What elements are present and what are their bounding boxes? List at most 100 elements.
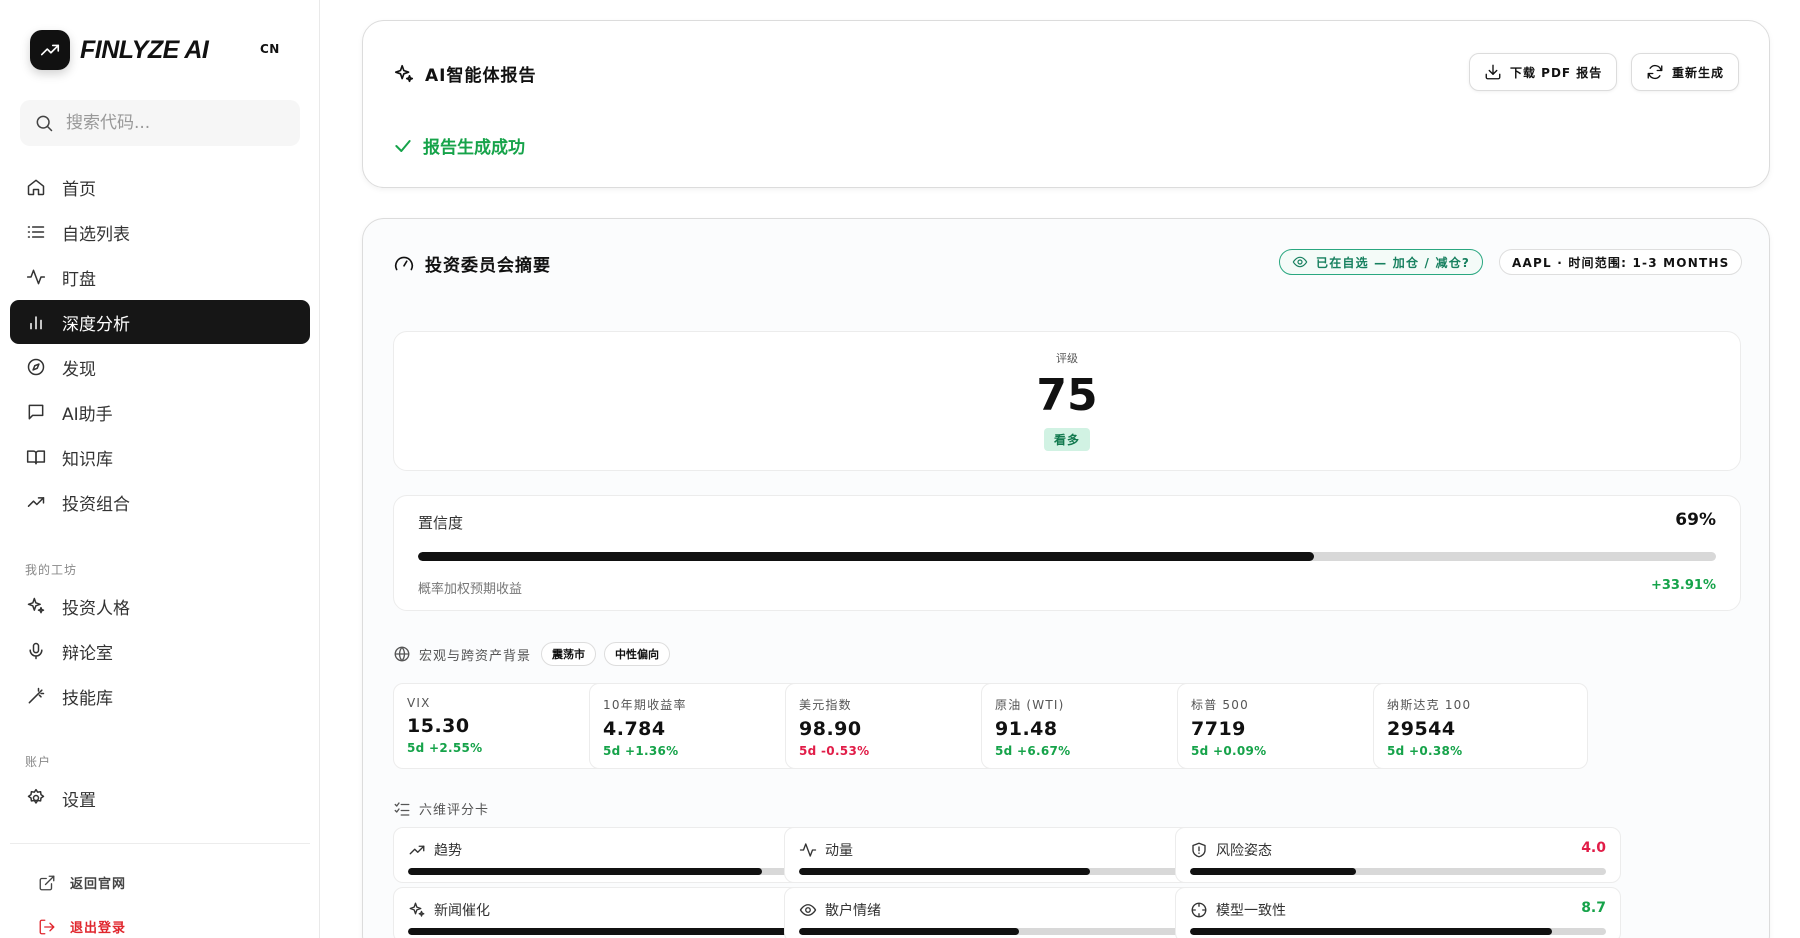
search-icon xyxy=(36,115,53,132)
logout-label: 退出登录 xyxy=(70,921,127,936)
nav-item-debate[interactable]: 辩论室 xyxy=(10,629,310,673)
compass-icon xyxy=(27,358,45,376)
score-card: 新闻催化10.0 xyxy=(393,887,839,938)
score-label: 新闻催化 xyxy=(434,903,490,919)
chat-icon xyxy=(28,404,44,420)
main-nav: 首页 自选列表 盯盘 深度分析 发现 AI助手 知识库 投资组合 xyxy=(10,165,310,525)
eye-icon xyxy=(1292,256,1308,268)
score-card: 模型一致性 8.7 xyxy=(1175,887,1621,938)
nav-item-home[interactable]: 首页 xyxy=(10,165,310,209)
macro-card: 标普 500 7719 5d +0.09% xyxy=(1177,683,1392,769)
score-label: 模型一致性 xyxy=(1216,903,1286,919)
download-pdf-label: 下载 PDF 报告 xyxy=(1510,65,1603,80)
macro-change: 5d +1.36% xyxy=(603,744,679,758)
nav-item-settings[interactable]: 设置 xyxy=(10,776,310,820)
macro-change: 5d +0.38% xyxy=(1387,744,1463,758)
macro-card: VIX 15.30 5d +2.55% xyxy=(393,683,608,769)
download-icon xyxy=(1485,64,1501,80)
score-name: 趋势 xyxy=(408,840,462,860)
macro-value: 7719 xyxy=(1191,718,1246,740)
summary-title: 投资委员会摘要 xyxy=(393,251,551,276)
activity-icon xyxy=(26,269,46,285)
watchlist-status-text: 已在自选 — 加仓 / 减仓? xyxy=(1316,255,1471,270)
regenerate-button[interactable]: 重新生成 xyxy=(1631,53,1740,91)
checklist-icon xyxy=(394,801,410,816)
nav-item-monitor[interactable]: 盯盘 xyxy=(10,255,310,299)
score-bar-fill xyxy=(799,868,1091,875)
score-card: 动量7.0 xyxy=(784,827,1230,883)
nav-item-skills[interactable]: 技能库 xyxy=(10,674,310,718)
expected-return-value: +33.91% xyxy=(1650,578,1716,593)
score-value: 4.0 xyxy=(1581,840,1606,856)
section-label-account: 账户 xyxy=(25,755,52,769)
score-bar xyxy=(799,928,1215,935)
rating-panel: 评级 75 看多 xyxy=(393,331,1741,471)
confidence-bar-fill xyxy=(418,552,1314,561)
macro-card: 10年期收益率 4.784 5d +1.36% xyxy=(589,683,804,769)
nav-item-deep-analysis[interactable]: 深度分析 xyxy=(10,300,310,344)
brand-name: FINLYZE AI xyxy=(80,35,209,64)
macro-change: 5d +0.09% xyxy=(1191,744,1267,758)
logout-link[interactable]: 退出登录 xyxy=(38,917,126,936)
ticker-horizon-text: AAPL · 时间范围: 1-3 MONTHS xyxy=(1512,255,1730,270)
score-name: 风险姿态 xyxy=(1190,840,1272,860)
nav-item-discover[interactable]: 发现 xyxy=(10,345,310,389)
confidence-percent: 69% xyxy=(1675,510,1716,530)
score-label: 趋势 xyxy=(434,843,462,859)
back-to-site-label: 返回官网 xyxy=(70,877,127,892)
language-toggle[interactable]: CN xyxy=(260,42,280,56)
macro-tag: 中性偏向 xyxy=(604,642,671,666)
score-bar xyxy=(408,928,824,935)
nav-item-knowledge[interactable]: 知识库 xyxy=(10,435,310,479)
list-icon xyxy=(27,226,45,238)
score-value: 8.7 xyxy=(1581,900,1606,916)
score-bar xyxy=(1190,868,1606,875)
macro-value: 4.784 xyxy=(603,718,666,740)
gear-icon xyxy=(27,788,45,804)
macro-name: 10年期收益率 xyxy=(603,698,687,712)
score-card: 趋势8.5 xyxy=(393,827,839,883)
sparkles-icon xyxy=(409,902,425,917)
nav-label: 知识库 xyxy=(62,449,113,470)
macro-name: 标普 500 xyxy=(1191,698,1249,712)
macro-name: 美元指数 xyxy=(799,698,852,712)
nav-label: 发现 xyxy=(62,359,96,380)
nav-label: 辩论室 xyxy=(62,643,113,664)
confidence-bar xyxy=(418,552,1716,561)
regenerate-label: 重新生成 xyxy=(1672,65,1725,80)
score-bar xyxy=(408,868,824,875)
nav-item-watchlist[interactable]: 自选列表 xyxy=(10,210,310,254)
report-title-text: AI智能体报告 xyxy=(425,66,537,86)
download-pdf-button[interactable]: 下载 PDF 报告 xyxy=(1469,53,1618,91)
confidence-label: 置信度 xyxy=(418,514,464,532)
nav-label: 投资人格 xyxy=(62,598,130,619)
watchlist-status-pill[interactable]: 已在自选 — 加仓 / 减仓? xyxy=(1279,249,1484,275)
nav-label: AI助手 xyxy=(62,404,113,425)
back-to-site-link[interactable]: 返回官网 xyxy=(38,873,126,892)
rating-badge: 看多 xyxy=(1043,428,1091,451)
macro-name: 纳斯达克 100 xyxy=(1387,698,1472,712)
macro-change: 5d -0.53% xyxy=(799,744,870,758)
sparkles-icon xyxy=(394,64,414,82)
check-icon xyxy=(395,139,411,152)
rating-label: 评级 xyxy=(1056,352,1078,365)
book-icon xyxy=(26,450,46,465)
scorecard-heading: 六维评分卡 xyxy=(393,799,489,818)
crosshair-icon xyxy=(1191,902,1207,918)
eye-icon xyxy=(799,904,817,916)
macro-value: 29544 xyxy=(1387,718,1456,740)
search-input[interactable] xyxy=(66,113,286,133)
refresh-icon xyxy=(1647,64,1663,80)
nav-item-persona[interactable]: 投资人格 xyxy=(10,584,310,628)
nav-item-portfolio[interactable]: 投资组合 xyxy=(10,480,310,524)
macro-name: 原油 (WTI) xyxy=(995,698,1065,712)
globe-icon xyxy=(394,646,410,662)
score-name: 散户情绪 xyxy=(799,900,881,920)
score-card: 风险姿态 4.0 xyxy=(1175,827,1621,883)
search-box[interactable] xyxy=(20,100,300,146)
brand[interactable]: FINLYZE AI xyxy=(30,30,209,70)
rating-value: 75 xyxy=(1036,370,1098,421)
nav-item-ai-assistant[interactable]: AI助手 xyxy=(10,390,310,434)
logout-icon xyxy=(39,919,55,934)
report-status-text: 报告生成成功 xyxy=(423,138,525,158)
